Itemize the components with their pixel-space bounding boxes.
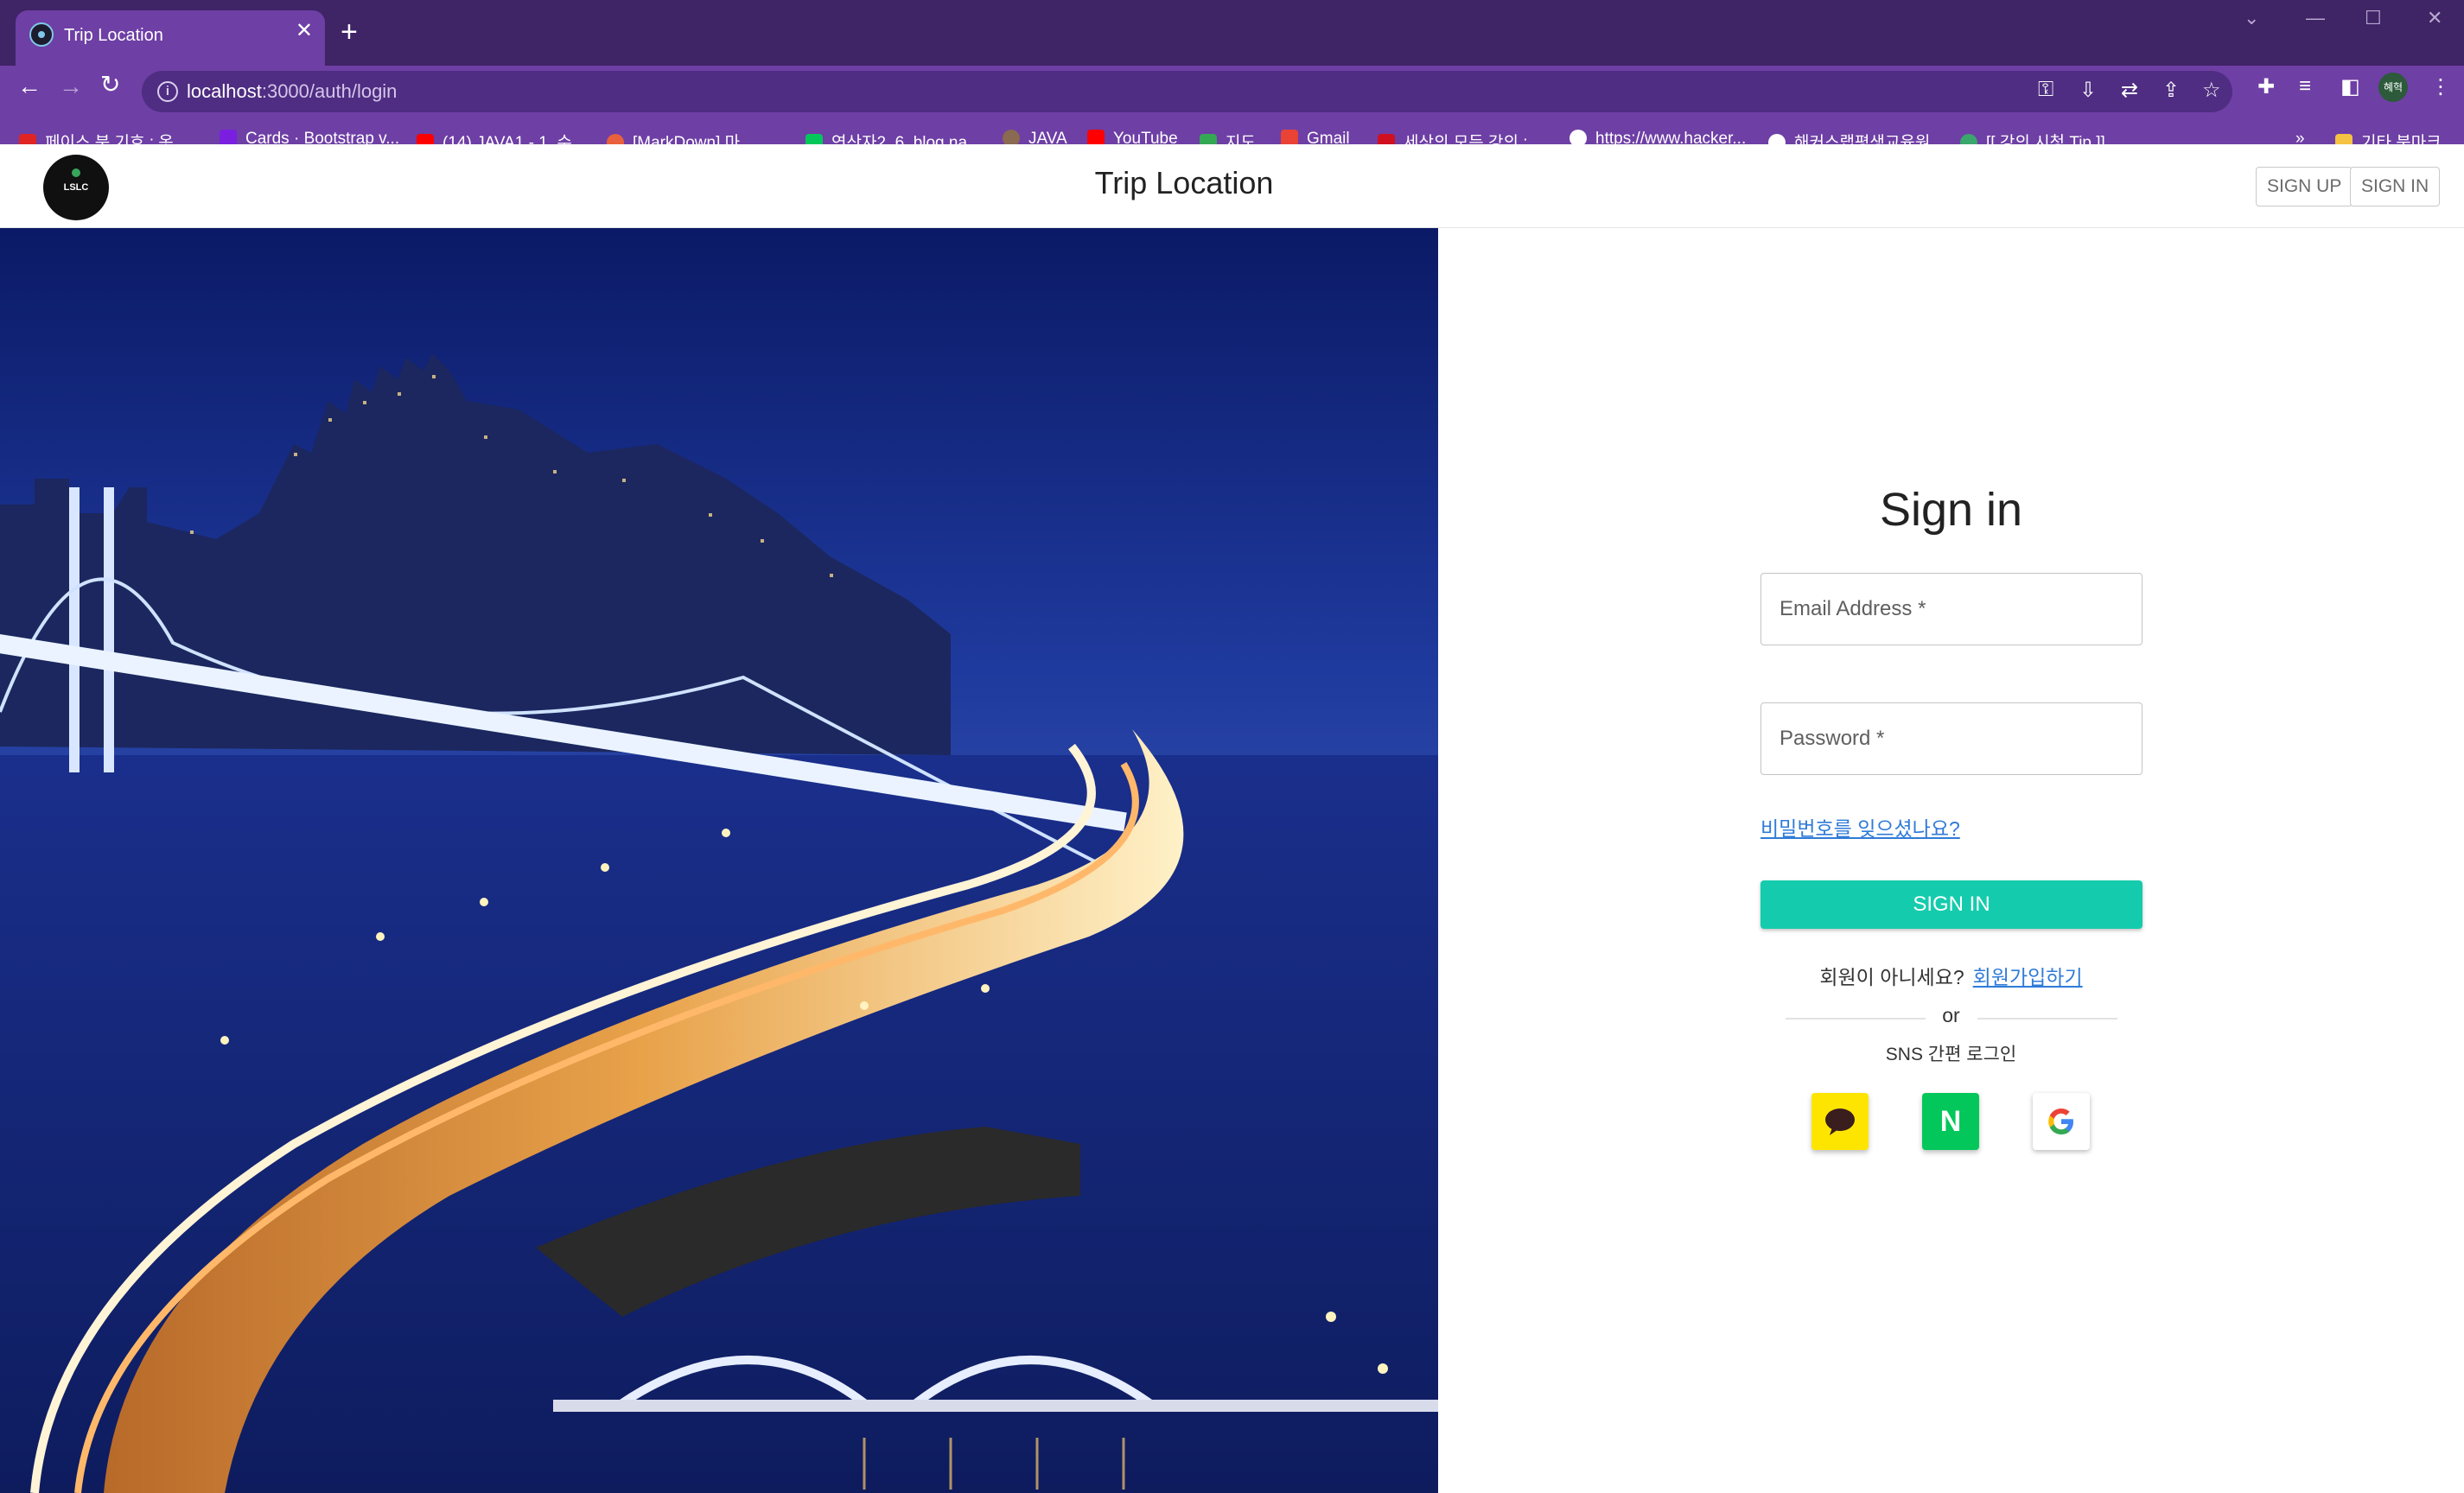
browser-tab[interactable]: Trip Location ✕ <box>16 10 325 66</box>
signin-heading: Sign in <box>1879 484 2023 536</box>
close-tab-icon[interactable]: ✕ <box>296 21 313 41</box>
register-link[interactable]: 회원가입하기 <box>1973 966 2083 988</box>
password-key-icon[interactable]: ⚿ <box>2038 78 2053 102</box>
password-label: Password * <box>1780 727 1885 750</box>
url-text[interactable]: localhost:3000/auth/login <box>187 80 397 103</box>
forward-arrow-icon[interactable]: → <box>59 74 83 98</box>
sns-login-label: SNS 간편 로그인 <box>1885 1045 2017 1064</box>
back-arrow-icon[interactable]: ← <box>17 74 41 98</box>
install-app-icon[interactable]: ⇩ <box>2079 78 2097 103</box>
kakao-chat-icon <box>1825 1109 1855 1135</box>
menu-kebab-icon[interactable]: ⋮ <box>2430 74 2451 99</box>
tab-search-icon[interactable]: ⌄ <box>2244 7 2259 29</box>
close-window-icon[interactable]: ✕ <box>2427 7 2442 29</box>
app-header: LSLC Trip Location SIGN UP SIGN IN <box>0 144 2464 228</box>
hero-image <box>0 228 1438 1493</box>
google-g-icon <box>2048 1109 2073 1134</box>
signin-panel: Sign in Email Address * Password * 비밀번호를… <box>1438 228 2464 1493</box>
bookmark-star-icon[interactable]: ☆ <box>2202 78 2221 103</box>
naver-n-icon: N <box>1939 1105 1962 1138</box>
site-info-icon[interactable]: i <box>157 81 178 102</box>
profile-avatar[interactable]: 혜혁 <box>2378 73 2408 102</box>
url-path: :3000/auth/login <box>261 80 398 102</box>
side-panel-icon[interactable]: ◧ <box>2340 74 2360 99</box>
app-title: Trip Location <box>1094 165 1274 200</box>
or-divider-text: or <box>1942 1004 1960 1026</box>
password-field[interactable]: Password * <box>1760 702 2142 775</box>
naver-login-button[interactable]: N <box>1922 1093 1979 1150</box>
kakao-login-button[interactable] <box>1811 1093 1869 1150</box>
translate-icon[interactable]: ⇄ <box>2121 78 2138 103</box>
email-field[interactable]: Email Address * <box>1760 573 2142 645</box>
new-tab-button[interactable]: + <box>341 17 358 47</box>
night-bridge-photo <box>0 228 1438 1493</box>
signin-nav-button[interactable]: SIGN IN <box>2350 167 2441 206</box>
reload-icon[interactable]: ↻ <box>100 73 120 97</box>
maximize-icon[interactable]: ☐ <box>2365 7 2382 29</box>
url-host: localhost <box>187 80 262 102</box>
tab-title: Trip Location <box>64 26 163 45</box>
minimize-icon[interactable]: — <box>2306 7 2325 29</box>
signup-prompt: 회원이 아니세요? 회원가입하기 <box>1438 961 2464 990</box>
react-favicon-icon <box>29 22 54 47</box>
google-login-button[interactable] <box>2033 1093 2090 1150</box>
media-control-icon[interactable]: ≡ <box>2299 74 2311 98</box>
forgot-password-link[interactable]: 비밀번호를 잊으셨나요? <box>1760 812 1960 842</box>
browser-tabstrip: Trip Location ✕ + ⌄ — ☐ ✕ <box>0 0 2464 66</box>
address-bar[interactable]: i localhost:3000/auth/login ⚿ ⇩ ⇄ ⇪ ☆ <box>142 71 2232 112</box>
not-member-text: 회원이 아니세요? <box>1819 966 1964 988</box>
signin-submit-button[interactable]: SIGN IN <box>1760 880 2142 929</box>
share-icon[interactable]: ⇪ <box>2162 78 2180 103</box>
divider-right <box>1977 1018 2117 1020</box>
signup-nav-button[interactable]: SIGN UP <box>2256 167 2353 206</box>
extensions-puzzle-icon[interactable]: ✚ <box>2257 74 2275 99</box>
email-label: Email Address * <box>1780 597 1926 620</box>
